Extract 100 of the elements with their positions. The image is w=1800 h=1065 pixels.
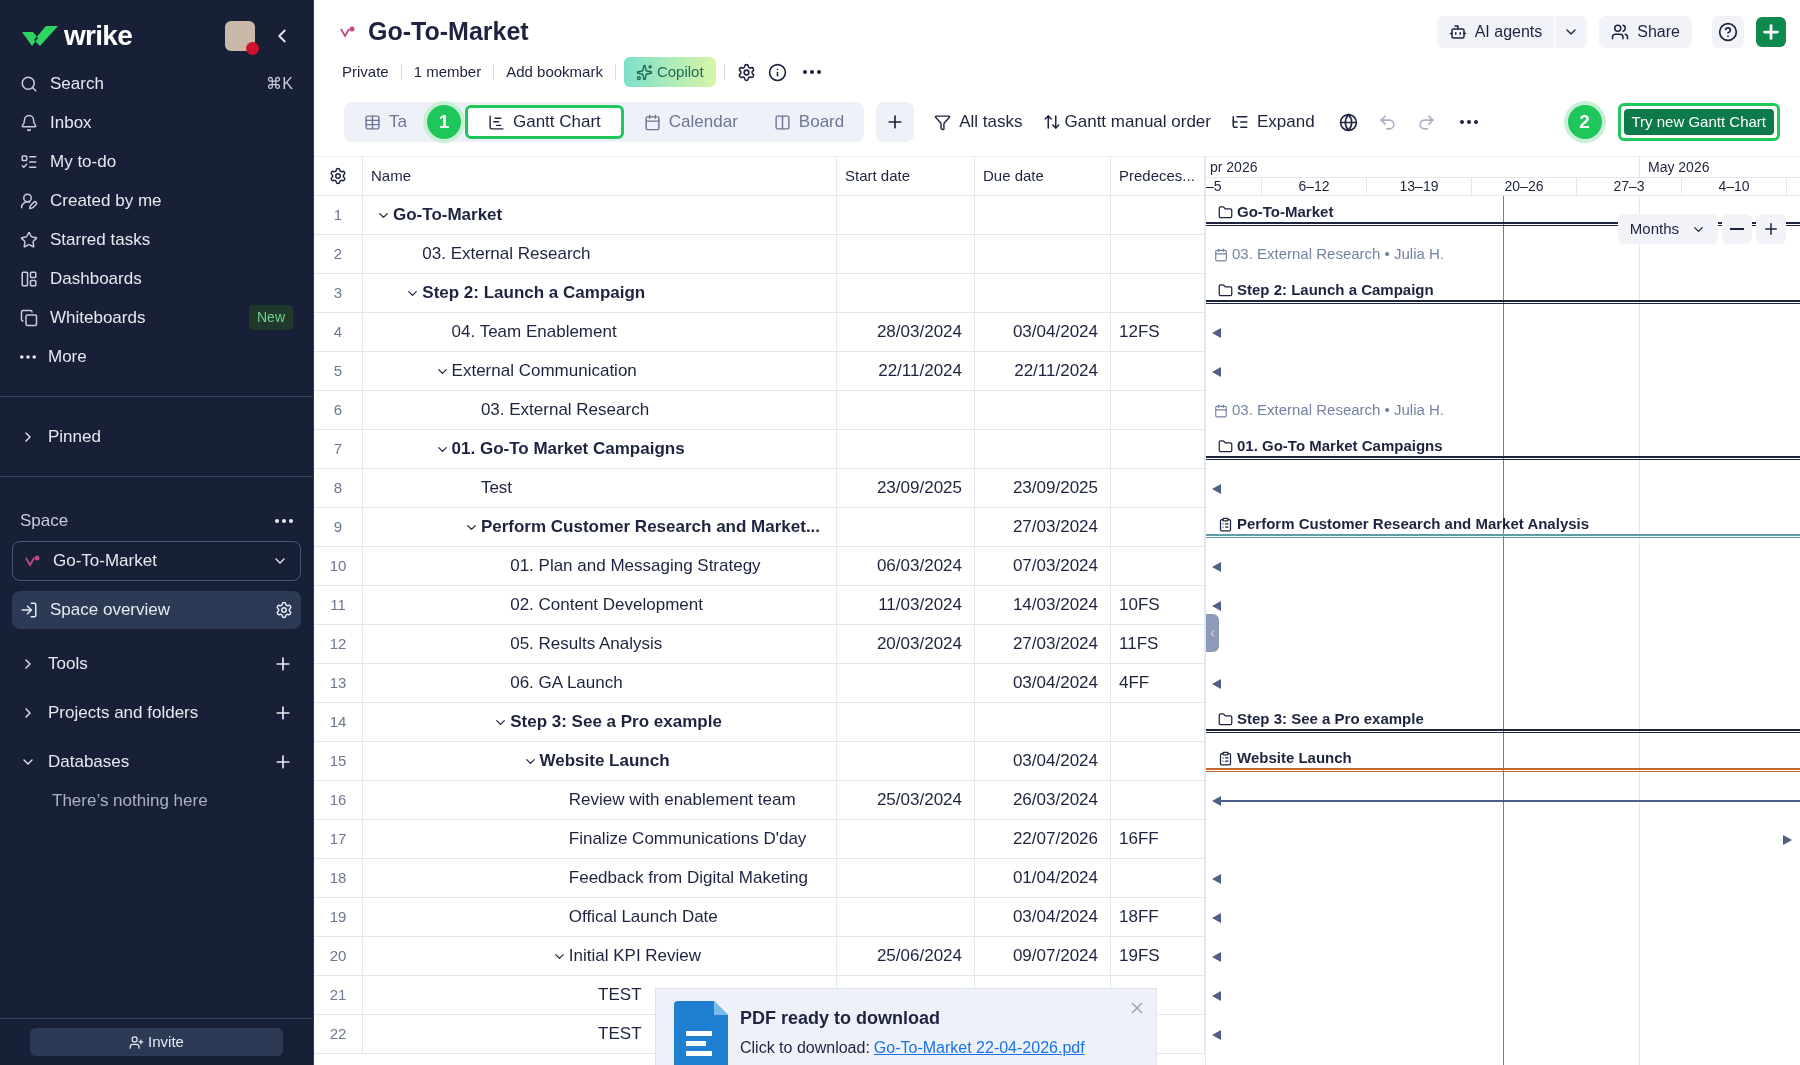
more-icon[interactable] (275, 519, 293, 523)
offscreen-left-arrow-icon[interactable] (1212, 990, 1221, 1001)
tree-icon (1231, 113, 1249, 131)
logo-text: wrike (64, 19, 133, 53)
offscreen-left-arrow-icon[interactable] (1212, 327, 1221, 338)
task-name[interactable]: 03. External Research (480, 397, 650, 423)
sort-button[interactable]: Gantt manual order (1042, 109, 1211, 135)
gantt-bar-line[interactable] (1206, 729, 1800, 733)
row-number: 5 (314, 352, 363, 390)
nav-item[interactable]: Inbox (12, 103, 301, 142)
nav-item[interactable]: Starred tasks (12, 220, 301, 259)
share-button[interactable]: Share (1599, 16, 1692, 48)
offscreen-left-arrow-icon[interactable] (1212, 483, 1221, 494)
view-tab[interactable]: Calendar (627, 105, 754, 139)
task-name[interactable]: Review with enablement team (568, 787, 796, 813)
task-name[interactable]: 01. Go-To Market Campaigns (451, 436, 685, 462)
invite-button[interactable]: Invite (30, 1028, 283, 1056)
task-name[interactable]: 04. Team Enablement (451, 319, 617, 345)
expand-button[interactable]: Expand (1231, 109, 1315, 135)
nav-item[interactable]: My to-do (12, 142, 301, 181)
nav-item[interactable]: Whiteboards New (12, 298, 301, 337)
gantt-bar-line[interactable] (1206, 456, 1800, 460)
task-name[interactable]: Step 3: See a Pro example (510, 709, 722, 735)
task-name[interactable]: Go-To-Market (393, 202, 503, 228)
task-name[interactable]: Test (480, 475, 513, 501)
row-number: 6 (314, 391, 363, 429)
meta-link[interactable]: Add bookmark (502, 60, 607, 84)
view-tab[interactable]: Board (757, 105, 861, 139)
gantt-bar-line[interactable] (1206, 300, 1800, 304)
task-name[interactable]: Step 2: Launch a Campaign (422, 280, 646, 306)
task-name[interactable]: External Communication (451, 358, 637, 384)
offscreen-left-arrow-icon[interactable] (1212, 366, 1221, 377)
offscreen-left-arrow-icon[interactable] (1212, 912, 1221, 923)
zoom-in-button[interactable] (1756, 214, 1786, 244)
space-dropdown[interactable]: Go-To-Market (12, 541, 301, 581)
offscreen-left-arrow-icon[interactable] (1212, 951, 1221, 962)
settings-icon[interactable] (736, 62, 756, 82)
meta-link[interactable]: Private (338, 60, 393, 84)
week-label: 4–10 (1682, 178, 1787, 195)
space-overview-item[interactable]: Space overview (12, 591, 301, 629)
task-name[interactable]: Initial KPI Review (568, 943, 702, 969)
row-number: 17 (314, 820, 363, 858)
task-name[interactable]: Perform Customer Research and Market... (480, 514, 821, 540)
offscreen-right-arrow-icon[interactable] (1783, 834, 1792, 845)
try-new-gantt-button[interactable]: Try new Gantt Chart (1623, 109, 1774, 135)
task-name[interactable]: 05. Results Analysis (510, 631, 663, 657)
download-link[interactable]: Go-To-Market 22-04-2026.pdf (873, 1036, 1085, 1060)
copilot-button[interactable]: Copilot (623, 57, 716, 87)
table-icon (364, 113, 381, 131)
nav-item[interactable]: Search ⌘K (12, 64, 301, 103)
task-name[interactable]: TEST (598, 1021, 642, 1047)
nav-item[interactable]: More (12, 337, 301, 376)
person-pen-icon (20, 191, 38, 210)
view-tab[interactable]: Ta (348, 105, 423, 139)
section-item[interactable]: Databases (12, 737, 301, 786)
nav-item[interactable]: Created by me (12, 181, 301, 220)
info-icon[interactable] (767, 62, 787, 82)
add-view-button[interactable] (876, 102, 915, 142)
task-name[interactable]: Offical Launch Date (568, 904, 718, 930)
task-name[interactable]: TEST (598, 982, 642, 1008)
column-header[interactable]: Start date (837, 157, 975, 195)
task-name[interactable]: 01. Plan and Messaging Strategy (510, 553, 761, 579)
task-name[interactable]: 02. Content Development (510, 592, 703, 618)
folder-icon (1218, 438, 1233, 454)
task-name[interactable]: Finalize Communications D'day (568, 826, 807, 852)
gantt-bar-line[interactable] (1221, 799, 1800, 802)
column-header[interactable]: Name (363, 157, 837, 195)
pinned-item[interactable]: Pinned (12, 417, 301, 456)
scale-dropdown[interactable]: Months (1617, 214, 1718, 244)
add-button[interactable] (1756, 17, 1786, 47)
column-header[interactable]: Due date (975, 157, 1111, 195)
ai-agents-button[interactable]: AI agents (1436, 16, 1588, 48)
globe-icon[interactable] (1338, 112, 1358, 132)
minus-icon (1730, 228, 1744, 230)
user-plus-icon (129, 1034, 145, 1050)
more-icon[interactable] (20, 354, 36, 359)
offscreen-left-arrow-icon[interactable] (1212, 873, 1221, 884)
section-item[interactable]: Projects and folders (12, 688, 301, 737)
more-icon[interactable] (802, 70, 821, 74)
settings-icon[interactable] (329, 167, 347, 185)
offscreen-left-arrow-icon[interactable] (1212, 561, 1221, 572)
meta-link[interactable]: 1 member (409, 60, 486, 84)
zoom-out-button[interactable] (1722, 214, 1752, 244)
panel-collapse-handle[interactable] (1206, 614, 1219, 652)
task-name[interactable]: Website Launch (539, 748, 670, 774)
row-number: 15 (314, 742, 363, 780)
start-date: 22/11/2024 (878, 360, 962, 383)
offscreen-left-arrow-icon[interactable] (1212, 1029, 1221, 1040)
filter-button[interactable]: All tasks (934, 109, 1023, 135)
task-name[interactable]: Feedback from Digital Maketing (568, 865, 808, 891)
gantt-bar-label: Website Launch (1237, 747, 1352, 768)
help-button[interactable] (1712, 16, 1744, 48)
task-name[interactable]: 06. GA Launch (510, 670, 623, 696)
section-item[interactable]: Tools (12, 639, 301, 688)
view-tab[interactable]: Gantt Chart (464, 105, 624, 139)
more-icon[interactable] (1459, 120, 1478, 124)
task-name[interactable]: 03. External Research (422, 241, 591, 267)
column-header[interactable]: Predeces... (1111, 157, 1205, 195)
nav-item[interactable]: Dashboards (12, 259, 301, 298)
offscreen-left-arrow-icon[interactable] (1212, 678, 1221, 689)
